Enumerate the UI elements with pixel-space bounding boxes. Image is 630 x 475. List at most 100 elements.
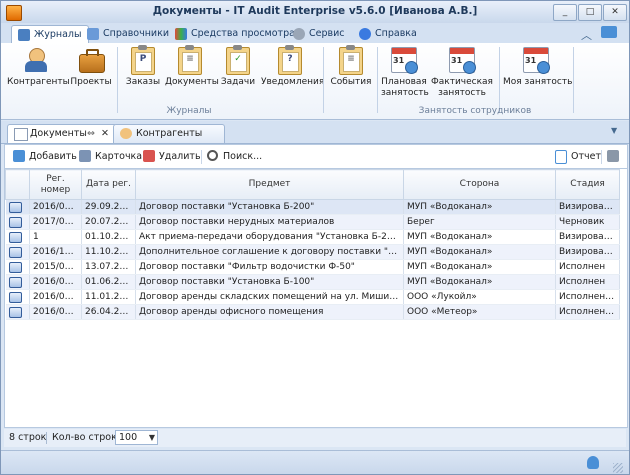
stage-cell[interactable]: Исполнен [555,259,620,275]
reg-number-cell[interactable]: 2016/01-2 [29,289,82,305]
chart-icon [175,28,187,40]
reg-date-cell[interactable]: 11.01.2016 [81,289,136,305]
ribbon-actual-load-button[interactable]: 31 Фактическая занятость [431,47,493,99]
ribbon-orders-button[interactable]: P Заказы [123,45,163,88]
column-header-reg-number[interactable]: Рег. номер [29,169,82,200]
party-cell[interactable]: МУП «Водоканал» [403,274,556,290]
delete-button[interactable]: Удалить [143,150,201,163]
subject-cell[interactable]: Договор аренды офисного помещения [135,304,404,320]
collapse-ribbon-icon[interactable]: ︿ [581,27,592,43]
tab-service[interactable]: Сервис [287,25,351,43]
stage-cell[interactable]: Визирование [555,244,620,260]
party-cell[interactable]: МУП «Водоканал» [403,199,556,215]
party-cell[interactable]: Берег [403,214,556,230]
column-header-party[interactable]: Сторона [403,169,556,200]
table-row[interactable]: 2015/01-3 13.07.2015 Договор поставки "Ф… [5,259,620,275]
minimize-button[interactable]: _ [553,4,577,21]
table-row[interactable]: 2016/10-2 11.10.2016 Дополнительное согл… [5,244,620,260]
party-cell[interactable]: ООО «Метеор» [403,304,556,320]
table-header-row: Рег. номер Дата рег. Предмет Сторона Ста… [5,169,620,200]
table-row[interactable]: 1 01.10.2016 Акт приема-передачи оборудо… [5,229,620,245]
column-header-stage[interactable]: Стадия [555,169,620,200]
maximize-button[interactable]: □ [578,4,602,21]
ribbon-planned-load-button[interactable]: 31 Плановая занятость [381,47,429,99]
resize-grip-icon[interactable] [613,463,623,473]
documents-grid: Рег. номер Дата рег. Предмет Сторона Ста… [4,168,628,428]
reg-date-cell[interactable]: 20.07.2017 [81,214,136,230]
ribbon-events-button[interactable]: ≡ События [329,45,373,88]
user-status-icon[interactable] [587,456,599,469]
stage-cell[interactable]: Исполнен [555,274,620,290]
document-row-icon [8,201,22,213]
grid-toolbar: Добавить Карточка Удалить Поиск... Отчет [4,144,628,169]
party-cell[interactable]: ООО «Лукойл» [403,289,556,305]
stage-cell[interactable]: Черновик [555,214,620,230]
report-button[interactable]: Отчет [555,150,601,164]
pin-icon[interactable]: ⇔ [87,125,95,142]
stage-cell[interactable]: Визирование [555,199,620,215]
style-menu-icon[interactable] [601,26,617,38]
party-cell[interactable]: МУП «Водоканал» [403,244,556,260]
doc-tab-contractors[interactable]: Контрагенты [113,124,225,143]
ribbon-documents-button[interactable]: ≡ Документы [165,45,219,88]
stage-cell[interactable]: Исполнение [555,304,620,320]
tab-list-dropdown-icon[interactable]: ▼ [611,126,617,135]
tab-label: Документы [30,128,87,139]
reg-number-cell[interactable]: 2015/01-3 [29,259,82,275]
reg-date-cell[interactable]: 26.04.2016 [81,304,136,320]
table-row[interactable]: 2017/07-6 20.07.2017 Договор поставки не… [5,214,620,230]
close-button[interactable]: ✕ [603,4,627,21]
doc-tab-documents[interactable]: Документы ⇔ ✕ [7,124,117,143]
reg-date-cell[interactable]: 01.06.2016 [81,274,136,290]
ribbon-projects-button[interactable]: Проекты [69,47,113,88]
reg-number-cell[interactable]: 2016/09-1 [29,199,82,215]
ribbon-my-load-button[interactable]: 31 Моя занятость [503,47,573,88]
reg-date-cell[interactable]: 29.09.2016 [81,199,136,215]
reg-date-cell[interactable]: 13.07.2015 [81,259,136,275]
tab-help[interactable]: Справка [353,25,423,43]
add-button[interactable]: Добавить [13,150,77,163]
subject-cell[interactable]: Договор поставки "Фильтр водочистки Ф-50… [135,259,404,275]
rows-per-page-select[interactable]: 100 ▼ [115,430,158,445]
tab-references[interactable]: Справочники [81,25,175,43]
reg-number-cell[interactable]: 2016/01-2 [29,274,82,290]
subject-cell[interactable]: Договор аренды складских помещений на ул… [135,289,404,305]
table-row[interactable]: 2016/04-1 26.04.2016 Договор аренды офис… [5,304,620,320]
tab-journals[interactable]: Журналы [11,25,89,44]
ribbon-contractors-button[interactable]: Контрагенты [7,47,70,88]
stage-cell[interactable]: Визирование [555,229,620,245]
table-row[interactable]: 2016/01-2 01.06.2016 Договор поставки "У… [5,274,620,290]
ribbon-notifications-button[interactable]: ? Уведомления [261,45,324,88]
tab-view-tools[interactable]: Средства просмотра [169,25,301,43]
ribbon-label: Фактическая [431,77,493,87]
tab-label: Справка [375,28,417,39]
row-icon-cell [5,259,30,275]
search-button[interactable]: Поиск... [207,150,262,163]
party-cell[interactable]: МУП «Водоканал» [403,229,556,245]
reg-number-cell[interactable]: 2016/04-1 [29,304,82,320]
reg-date-cell[interactable]: 11.10.2016 [81,244,136,260]
party-cell[interactable]: МУП «Водоканал» [403,259,556,275]
card-button[interactable]: Карточка [79,150,142,163]
table-row[interactable]: 2016/09-1 29.09.2016 Договор поставки "У… [5,199,620,215]
ribbon-tasks-button[interactable]: ✓ Задачи [217,45,259,88]
column-header-subject[interactable]: Предмет [135,169,404,200]
subject-cell[interactable]: Договор поставки "Установка Б-100" [135,274,404,290]
ribbon-separator [499,47,500,113]
ribbon-label: Задачи [220,77,256,87]
subject-cell[interactable]: Договор поставки "Установка Б-200" [135,199,404,215]
subject-cell[interactable]: Дополнительное соглашение к договору пос… [135,244,404,260]
subject-cell[interactable]: Договор поставки нерудных материалов [135,214,404,230]
close-tab-icon[interactable]: ✕ [101,125,109,142]
column-header-reg-date[interactable]: Дата рег. [81,169,136,200]
table-row[interactable]: 2016/01-2 11.01.2016 Договор аренды скла… [5,289,620,305]
ribbon-label: Моя занятость [503,77,573,87]
reg-number-cell[interactable]: 1 [29,229,82,245]
reg-number-cell[interactable]: 2016/10-2 [29,244,82,260]
stage-cell[interactable]: Исполнение [555,289,620,305]
subject-cell[interactable]: Акт приема-передачи оборудования "Устано… [135,229,404,245]
calendar-icon: 31 [391,47,418,74]
reg-number-cell[interactable]: 2017/07-6 [29,214,82,230]
reg-date-cell[interactable]: 01.10.2016 [81,229,136,245]
help-icon [359,28,371,40]
